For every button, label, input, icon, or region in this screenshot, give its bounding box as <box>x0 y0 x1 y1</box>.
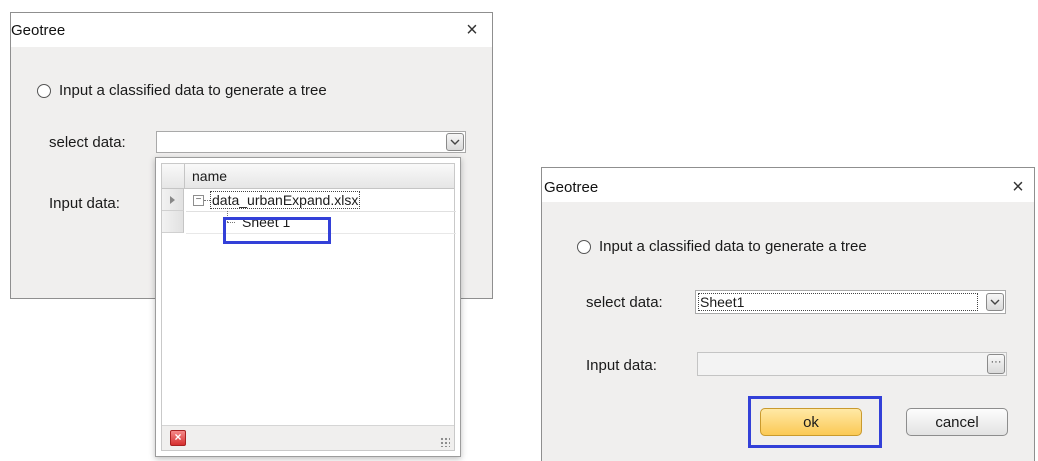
grid-header: name <box>162 164 454 189</box>
radio-icon[interactable] <box>577 239 591 254</box>
ok-button[interactable]: ok <box>760 408 862 436</box>
tree-grid: name − data_urbanExpand.xlsx Sheet 1 × <box>161 163 456 451</box>
ellipsis-icon[interactable]: ··· <box>987 354 1005 374</box>
dialog-title: Geotree <box>544 179 599 196</box>
dialog-title: Geotree <box>11 22 66 39</box>
tree-node-label: Sheet 1 <box>242 214 291 230</box>
classified-data-radio[interactable]: Input a classified data to generate a tr… <box>577 238 867 255</box>
row-indicator[interactable] <box>162 189 184 211</box>
tree-node-sheet[interactable]: Sheet 1 <box>186 211 456 234</box>
close-icon[interactable]: × <box>458 17 486 43</box>
select-data-label: select data: <box>586 294 663 311</box>
select-data-combo[interactable]: Sheet1 <box>695 290 1006 314</box>
input-data-field[interactable]: ··· <box>697 352 1007 376</box>
select-data-value: Sheet1 <box>698 293 978 311</box>
radio-icon[interactable] <box>37 83 51 98</box>
tree-connector <box>227 211 228 222</box>
title-bar: Geotree × <box>542 168 1034 202</box>
select-data-combo[interactable] <box>156 131 466 153</box>
title-bar: Geotree × <box>11 13 492 47</box>
radio-label: Input a classified data to generate a tr… <box>599 238 867 255</box>
cancel-button[interactable]: cancel <box>906 408 1008 436</box>
radio-label: Input a classified data to generate a tr… <box>59 82 327 99</box>
row-arrow-icon <box>170 196 175 204</box>
clear-x-icon[interactable]: × <box>170 430 186 446</box>
cancel-label: cancel <box>935 413 979 431</box>
tree-connector <box>204 200 210 201</box>
column-header-name[interactable]: name <box>192 168 227 184</box>
chevron-down-icon[interactable] <box>986 293 1004 311</box>
tree-connector <box>227 222 235 223</box>
tree-node-label: data_urbanExpand.xlsx <box>210 191 361 209</box>
grid-header-corner <box>162 164 185 188</box>
select-data-dropdown: name − data_urbanExpand.xlsx Sheet 1 × <box>155 157 461 457</box>
expander-minus-icon[interactable]: − <box>193 195 204 206</box>
tree-node-file[interactable]: − data_urbanExpand.xlsx <box>186 189 456 212</box>
classified-data-radio[interactable]: Input a classified data to generate a tr… <box>37 82 327 99</box>
close-icon[interactable]: × <box>1004 174 1032 200</box>
chevron-down-icon[interactable] <box>446 133 464 151</box>
dropdown-footer: × <box>162 425 454 450</box>
input-data-label: Input data: <box>586 357 657 374</box>
input-data-label: Input data: <box>49 195 120 212</box>
geotree-dialog-right: Geotree × Input a classified data to gen… <box>541 167 1035 461</box>
row-indicator[interactable] <box>162 211 184 233</box>
resize-grip-icon[interactable] <box>440 437 450 447</box>
ok-label: ok <box>803 413 819 431</box>
select-data-label: select data: <box>49 134 126 151</box>
